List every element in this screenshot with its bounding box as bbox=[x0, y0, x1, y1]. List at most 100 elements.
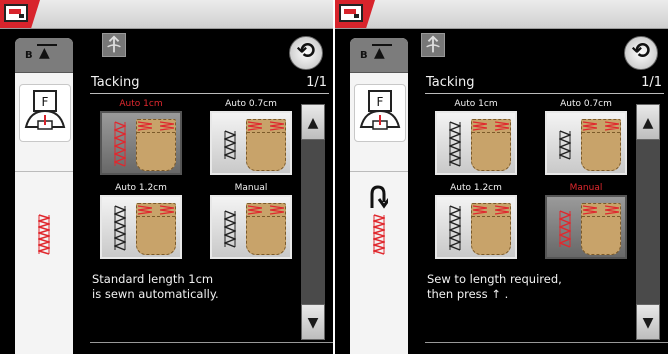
stitch-icon bbox=[114, 205, 126, 251]
page-title: Tacking bbox=[91, 75, 140, 90]
scrollbar[interactable]: ▲ ▼ bbox=[301, 104, 325, 340]
option-image bbox=[545, 111, 627, 175]
scrollbar[interactable]: ▲ ▼ bbox=[636, 104, 660, 340]
option-label: Manual bbox=[234, 183, 268, 193]
stitch-icon bbox=[224, 130, 236, 160]
stitch-icon bbox=[449, 121, 461, 167]
option-image bbox=[545, 195, 627, 259]
presser-foot-lift-button[interactable]: B ▲ bbox=[350, 38, 408, 73]
stitch-icon bbox=[559, 210, 571, 248]
page-title: Tacking bbox=[426, 75, 475, 90]
scroll-up-button[interactable]: ▲ bbox=[301, 104, 325, 140]
presser-letter: B bbox=[360, 50, 368, 61]
title-divider bbox=[425, 93, 664, 94]
presser-letter: B bbox=[25, 50, 33, 61]
tack-icon bbox=[138, 205, 152, 215]
scroll-down-button[interactable]: ▼ bbox=[636, 304, 660, 340]
option-auto-1-2cm[interactable]: Auto 1.2cm bbox=[100, 183, 182, 259]
stitch-icon bbox=[449, 205, 461, 251]
option-image bbox=[100, 111, 182, 175]
sewing-machine-icon bbox=[4, 4, 28, 22]
up-arrow-icon: ▲ bbox=[374, 45, 385, 61]
screen-right: B ▲ F ⟲ Tacking 1/1 Auto 1cm Auto 0.7cm … bbox=[335, 0, 668, 354]
option-label: Auto 0.7cm bbox=[225, 99, 277, 109]
option-auto-1cm[interactable]: Auto 1cm bbox=[435, 99, 517, 175]
instruction-message: Sew to length required, then press ↑ . bbox=[427, 272, 562, 301]
option-image bbox=[435, 111, 517, 175]
option-label: Manual bbox=[569, 183, 603, 193]
sidebar: B ▲ F bbox=[15, 38, 73, 354]
tack-icon bbox=[270, 121, 284, 131]
page-indicator: 1/1 bbox=[306, 75, 327, 90]
scroll-up-button[interactable]: ▲ bbox=[636, 104, 660, 140]
option-image bbox=[435, 195, 517, 259]
down-arrow-icon: ▼ bbox=[307, 315, 319, 331]
up-arrow-icon: ▲ bbox=[642, 115, 654, 131]
tack-icon bbox=[495, 205, 509, 215]
top-bar bbox=[335, 0, 668, 29]
tack-icon bbox=[473, 121, 487, 131]
screen-left: B ▲ F ⟲ Tacking 1/1 Auto 1cm Auto 0.7cm … bbox=[0, 0, 333, 354]
tack-icon bbox=[495, 121, 509, 131]
stitch-icon bbox=[38, 214, 50, 255]
presser-foot-lift-button[interactable]: B ▲ bbox=[15, 38, 73, 73]
reverse-sewing-icon bbox=[426, 35, 440, 53]
tack-icon bbox=[160, 121, 174, 131]
option-auto-0-7cm[interactable]: Auto 0.7cm bbox=[545, 99, 627, 175]
instruction-message: Standard length 1cm is sewn automaticall… bbox=[92, 272, 219, 301]
option-image bbox=[100, 195, 182, 259]
option-image bbox=[210, 195, 292, 259]
reverse-stitch-icon bbox=[370, 185, 388, 209]
stitch-icon bbox=[114, 121, 126, 167]
foot-letter: F bbox=[377, 95, 384, 109]
back-arrow-icon: ⟲ bbox=[296, 39, 316, 64]
tack-icon bbox=[583, 121, 597, 131]
option-auto-0-7cm[interactable]: Auto 0.7cm bbox=[210, 99, 292, 175]
top-bar bbox=[0, 0, 333, 29]
sidebar-divider bbox=[350, 171, 408, 172]
option-label: Auto 1.2cm bbox=[450, 183, 502, 193]
up-arrow-icon: ▲ bbox=[307, 115, 319, 131]
foot-letter: F bbox=[42, 95, 49, 109]
sewing-machine-icon bbox=[339, 4, 363, 22]
bottom-divider bbox=[90, 342, 333, 343]
scroll-down-button[interactable]: ▼ bbox=[301, 304, 325, 340]
reverse-sewing-button[interactable] bbox=[421, 33, 445, 57]
option-auto-1cm[interactable]: Auto 1cm bbox=[100, 99, 182, 175]
tack-icon bbox=[473, 205, 487, 215]
stitch-icon bbox=[559, 130, 571, 160]
stitch-icon bbox=[224, 210, 236, 248]
tack-icon bbox=[583, 205, 597, 215]
tack-icon bbox=[605, 121, 619, 131]
back-button[interactable]: ⟲ bbox=[289, 36, 323, 70]
option-label: Auto 1.2cm bbox=[115, 183, 167, 193]
option-auto-1-2cm[interactable]: Auto 1.2cm bbox=[435, 183, 517, 259]
home-tab[interactable] bbox=[335, 0, 375, 28]
tack-icon bbox=[138, 121, 152, 131]
home-tab[interactable] bbox=[0, 0, 40, 28]
bottom-divider bbox=[425, 342, 668, 343]
reverse-sewing-button[interactable] bbox=[102, 33, 126, 57]
back-button[interactable]: ⟲ bbox=[624, 36, 658, 70]
option-image bbox=[210, 111, 292, 175]
option-label: Auto 1cm bbox=[119, 99, 163, 109]
tack-icon bbox=[270, 205, 284, 215]
option-label: Auto 0.7cm bbox=[560, 99, 612, 109]
option-manual[interactable]: Manual bbox=[545, 183, 627, 259]
reverse-sewing-icon bbox=[107, 35, 121, 53]
back-arrow-icon: ⟲ bbox=[631, 39, 651, 64]
tack-icon bbox=[605, 205, 619, 215]
tack-icon bbox=[160, 205, 174, 215]
up-arrow-icon: ▲ bbox=[39, 45, 50, 61]
down-arrow-icon: ▼ bbox=[642, 315, 654, 331]
sidebar-divider bbox=[15, 171, 73, 172]
title-divider bbox=[90, 93, 329, 94]
presser-foot-icon[interactable]: F bbox=[354, 84, 406, 142]
sidebar: B ▲ F bbox=[350, 38, 408, 354]
presser-foot-icon[interactable]: F bbox=[19, 84, 71, 142]
option-manual[interactable]: Manual bbox=[210, 183, 292, 259]
stitch-icon bbox=[373, 214, 385, 255]
tack-icon bbox=[248, 121, 262, 131]
tack-icon bbox=[248, 205, 262, 215]
option-label: Auto 1cm bbox=[454, 99, 498, 109]
